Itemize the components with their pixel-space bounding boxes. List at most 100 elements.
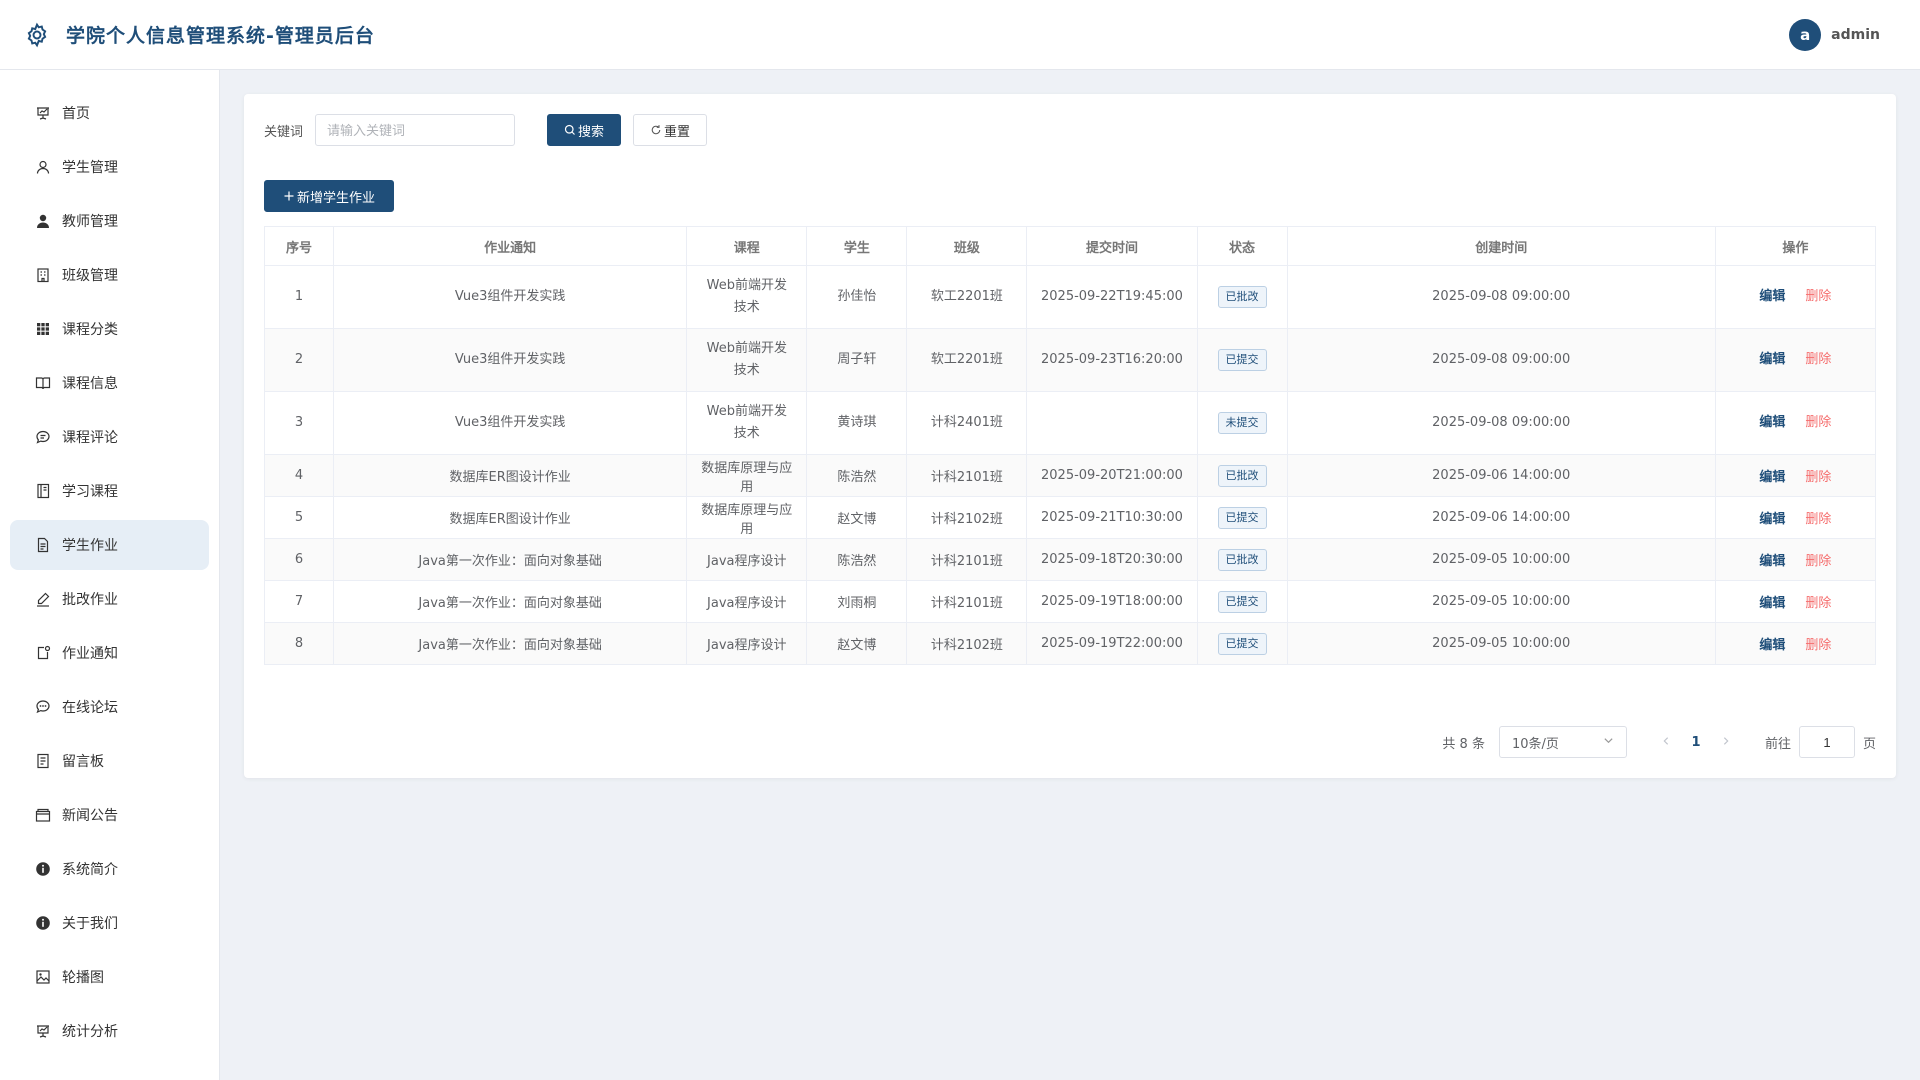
sidebar-item-label: 作业通知 — [62, 646, 118, 662]
cell-class: 软工2201班 — [906, 328, 1028, 392]
goto-page-input[interactable] — [1798, 726, 1855, 758]
cell-created: 2025-09-08 09:00:00 — [1286, 391, 1716, 455]
cell-created: 2025-09-06 14:00:00 — [1286, 454, 1716, 497]
delete-button[interactable]: 删除 — [1805, 289, 1831, 304]
cell-submit-time: 2025-09-19T18:00:00 — [1026, 580, 1198, 623]
cell-submit-time: 2025-09-23T16:20:00 — [1026, 328, 1198, 392]
sidebar-item-label: 轮播图 — [62, 970, 104, 986]
status-badge: 已批改 — [1217, 464, 1267, 487]
cell-student: 周子轩 — [806, 328, 908, 392]
cell-submit-time — [1026, 391, 1198, 455]
delete-button[interactable]: 删除 — [1805, 415, 1831, 430]
main-card: 关键词 搜索 重置 新增学生作业 序号作业通知课程学生班级提交时间状态创建时间操… — [244, 94, 1896, 778]
delete-button[interactable]: 删除 — [1805, 554, 1831, 569]
cell-notice: 数据库ER图设计作业 — [333, 496, 688, 539]
page-size-value: 10条/页 — [1511, 736, 1559, 752]
cell-class: 计科2101班 — [906, 538, 1028, 581]
cell-student: 赵文博 — [806, 496, 908, 539]
add-homework-button[interactable]: 新增学生作业 — [264, 180, 394, 212]
cell-class: 计科2102班 — [906, 496, 1028, 539]
cell-created: 2025-09-05 10:00:00 — [1286, 622, 1716, 665]
edit-button[interactable]: 编辑 — [1759, 554, 1785, 569]
cell-actions: 编辑 删除 — [1714, 391, 1877, 455]
prev-page-button[interactable] — [1651, 734, 1681, 750]
delete-button[interactable]: 删除 — [1805, 352, 1831, 367]
cell-course: Web前端开发技术 — [686, 391, 808, 455]
cell-notice: Java第一次作业：面向对象基础 — [333, 622, 688, 665]
search-button[interactable]: 搜索 — [547, 114, 622, 146]
cell-actions: 编辑 删除 — [1714, 496, 1877, 539]
delete-button[interactable]: 删除 — [1805, 512, 1831, 527]
cell-class: 软工2201班 — [906, 265, 1028, 329]
cell-actions: 编辑 删除 — [1714, 454, 1877, 497]
table-row: 1 Vue3组件开发实践 Web前端开发技术 孙佳怡 软工2201班 2025-09-22… — [263, 265, 1877, 329]
sidebar-item[interactable]: 关于我们 — [10, 898, 209, 948]
sidebar-item[interactable]: 新闻公告 — [10, 790, 209, 840]
sidebar-item-label: 留言板 — [62, 754, 104, 770]
sidebar-item[interactable]: 留言板 — [10, 736, 209, 786]
wallet-icon — [34, 806, 52, 824]
sidebar-item[interactable]: 课程评论 — [10, 412, 209, 462]
pagination: 共 8 条 10条/页 1 前往 页 — [1442, 726, 1876, 758]
sidebar-item[interactable]: 教师管理 — [10, 196, 209, 246]
chevron-down-icon — [1603, 735, 1614, 750]
edit-button[interactable]: 编辑 — [1759, 415, 1785, 430]
sidebar-item[interactable]: 学习课程 — [10, 466, 209, 516]
sidebar-item[interactable]: 批改作业 — [10, 574, 209, 624]
delete-button[interactable]: 删除 — [1805, 596, 1831, 611]
page-size-select[interactable]: 10条/页 — [1498, 726, 1627, 758]
edit-button[interactable]: 编辑 — [1759, 289, 1785, 304]
page-number-current[interactable]: 1 — [1681, 735, 1711, 750]
cell-status: 已提交 — [1196, 580, 1288, 623]
sidebar-item-label: 课程分类 — [62, 322, 118, 338]
cell-course: 数据库原理与应用 — [686, 496, 808, 539]
cell-status: 已提交 — [1196, 622, 1288, 665]
search-bar: 关键词 搜索 重置 — [264, 114, 1876, 146]
cell-student: 孙佳怡 — [806, 265, 908, 329]
next-page-button[interactable] — [1711, 734, 1741, 750]
sidebar-item-label: 新闻公告 — [62, 808, 118, 824]
cell-submit-time: 2025-09-20T21:00:00 — [1026, 454, 1198, 497]
sidebar-item[interactable]: 课程分类 — [10, 304, 209, 354]
table-row: 5 数据库ER图设计作业 数据库原理与应用 赵文博 计科2102班 2025-09-21T… — [263, 496, 1877, 539]
sidebar-item[interactable]: 学生管理 — [10, 142, 209, 192]
status-badge: 已批改 — [1217, 286, 1267, 308]
user-menu[interactable]: a admin — [1789, 19, 1880, 51]
sidebar-item[interactable]: 课程信息 — [10, 358, 209, 408]
cell-index: 2 — [263, 328, 335, 392]
sidebar-item[interactable]: 系统简介 — [10, 844, 209, 894]
keyword-input[interactable] — [315, 114, 516, 146]
delete-button[interactable]: 删除 — [1805, 470, 1831, 485]
edit-button[interactable]: 编辑 — [1759, 512, 1785, 527]
edit-button[interactable]: 编辑 — [1759, 352, 1785, 367]
sidebar-item[interactable]: 统计分析 — [10, 1006, 209, 1056]
document-icon — [34, 536, 52, 554]
cell-submit-time: 2025-09-21T10:30:00 — [1026, 496, 1198, 539]
sidebar-item[interactable]: 班级管理 — [10, 250, 209, 300]
table-row: 4 数据库ER图设计作业 数据库原理与应用 陈浩然 计科2101班 2025-09-20T… — [263, 454, 1877, 497]
status-badge: 已提交 — [1217, 506, 1267, 529]
reset-button[interactable]: 重置 — [633, 114, 708, 146]
sidebar-item[interactable]: 作业通知 — [10, 628, 209, 678]
cell-submit-time: 2025-09-19T22:00:00 — [1026, 622, 1198, 665]
cell-submit-time: 2025-09-22T19:45:00 — [1026, 265, 1198, 329]
sidebar-item[interactable]: 在线论坛 — [10, 682, 209, 732]
user-filled-icon — [34, 212, 52, 230]
cell-actions: 编辑 删除 — [1714, 265, 1877, 329]
sidebar-item[interactable]: 轮播图 — [10, 952, 209, 1002]
presentation-icon — [34, 1022, 52, 1040]
delete-button[interactable]: 删除 — [1805, 638, 1831, 653]
avatar[interactable]: a — [1789, 19, 1822, 51]
edit-button[interactable]: 编辑 — [1759, 470, 1785, 485]
sidebar-item[interactable]: 首页 — [10, 88, 209, 138]
status-badge: 未提交 — [1217, 412, 1267, 434]
edit-button[interactable]: 编辑 — [1759, 596, 1785, 611]
edit-button[interactable]: 编辑 — [1759, 638, 1785, 653]
sidebar-item[interactable]: 学生作业 — [10, 520, 209, 570]
username[interactable]: admin — [1831, 27, 1880, 43]
table-row: 2 Vue3组件开发实践 Web前端开发技术 周子轩 软工2201班 2025-09-23… — [263, 328, 1877, 392]
cell-created: 2025-09-08 09:00:00 — [1286, 265, 1716, 329]
cell-notice: Vue3组件开发实践 — [333, 328, 688, 392]
cell-index: 1 — [263, 265, 335, 329]
cell-student: 赵文博 — [806, 622, 908, 665]
